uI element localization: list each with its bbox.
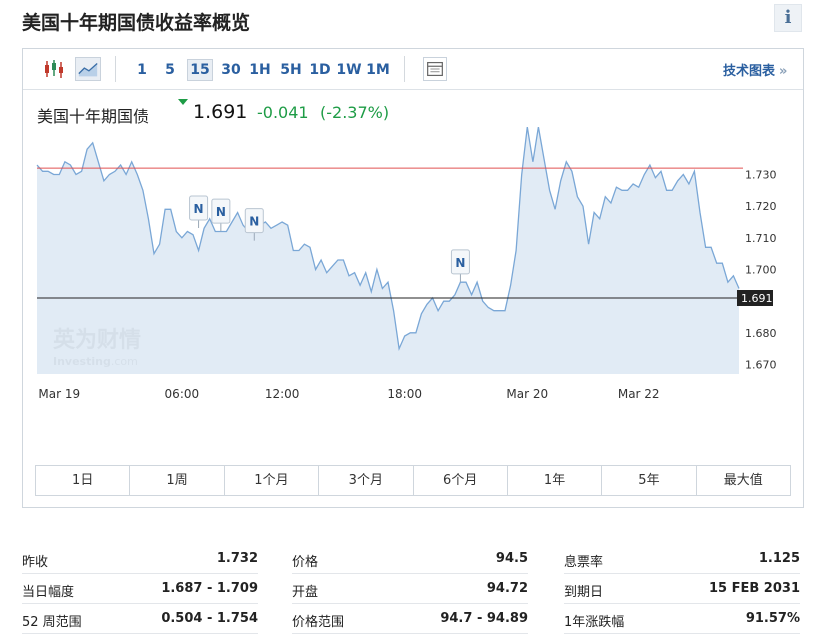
range-button-6[interactable]: 5年: [602, 466, 697, 495]
stat-value: 1.125: [758, 551, 800, 566]
stat-label: 52 周范围: [22, 615, 82, 630]
page-title: 美国十年期国债收益率概览: [22, 12, 251, 34]
stat-label: 开盘: [292, 585, 319, 600]
last-value-label: 1.691: [741, 292, 773, 305]
timeframe-30[interactable]: 30: [218, 59, 244, 81]
x-tick-label: Mar 20: [506, 387, 548, 401]
stat-row: 价格范围 94.7 - 94.89: [292, 604, 528, 634]
timeframe-1M[interactable]: 1M: [365, 59, 391, 81]
timeframe-1W[interactable]: 1W: [336, 59, 362, 81]
stat-value: 15 FEB 2031: [709, 581, 800, 596]
range-button-2[interactable]: 1个月: [225, 466, 320, 495]
table-icon[interactable]: [423, 57, 447, 81]
y-tick-label: 1.710: [745, 232, 777, 245]
stat-row: 52 周范围 0.504 - 1.754: [22, 604, 258, 634]
timeframe-5[interactable]: 5: [160, 59, 180, 81]
range-button-3[interactable]: 3个月: [319, 466, 414, 495]
stats-column: 昨收 1.732 当日幅度 1.687 - 1.709 52 周范围 0.504 - 1.…: [22, 544, 258, 634]
timeframe-1D[interactable]: 1D: [307, 59, 333, 81]
x-tick-label: 18:00: [387, 387, 422, 401]
price-change: -0.041: [257, 103, 309, 122]
toolbar-separator: [404, 56, 405, 82]
stat-row: 当日幅度 1.687 - 1.709: [22, 574, 258, 604]
range-selector: 1日 1周 1个月 3个月 6个月 1年 5年 最大值: [35, 465, 791, 496]
price-chart[interactable]: 英为财情Investing.com1.7301.7201.7101.7001.6…: [23, 127, 803, 427]
stat-label: 价格: [292, 555, 319, 570]
stat-label: 息票率: [564, 555, 604, 570]
chart-toolbar: 1 5 15 30 1H 5H 1D 1W 1M 技术图表»: [23, 49, 803, 90]
y-tick-label: 1.670: [745, 359, 777, 372]
chevron-right-icon: »: [779, 64, 788, 79]
stat-value: 1.732: [216, 551, 258, 566]
stat-value: 1.687 - 1.709: [161, 581, 258, 596]
y-tick-label: 1.720: [745, 200, 777, 213]
news-marker-label: N: [216, 205, 226, 219]
range-button-1[interactable]: 1周: [130, 466, 225, 495]
y-tick-label: 1.700: [745, 264, 777, 277]
stats-column: 息票率 1.125 到期日 15 FEB 2031 1年涨跌幅 91.57%: [564, 544, 800, 634]
news-marker-label: N: [194, 202, 204, 216]
stat-value: 94.72: [486, 581, 528, 596]
stat-value: 0.504 - 1.754: [161, 611, 258, 626]
stat-row: 到期日 15 FEB 2031: [564, 574, 800, 604]
y-tick-label: 1.730: [745, 169, 777, 182]
tech-chart-link[interactable]: 技术图表»: [723, 60, 787, 79]
stat-row: 昨收 1.732: [22, 544, 258, 574]
x-tick-label: 12:00: [265, 387, 300, 401]
timeframe-1H[interactable]: 1H: [247, 59, 273, 81]
candlestick-icon[interactable]: [41, 57, 67, 81]
down-arrow-icon: [178, 99, 188, 105]
x-tick-label: Mar 19: [38, 387, 80, 401]
news-marker-label: N: [249, 215, 259, 229]
y-tick-label: 1.680: [745, 327, 777, 340]
stat-value: 94.7 - 94.89: [440, 611, 528, 626]
x-tick-label: Mar 22: [618, 387, 660, 401]
tech-chart-label: 技术图表: [723, 64, 776, 79]
last-price: 1.691: [193, 101, 248, 123]
stat-label: 价格范围: [292, 615, 345, 630]
stat-label: 当日幅度: [22, 585, 75, 600]
news-marker-label: N: [455, 256, 465, 270]
stat-row: 息票率 1.125: [564, 544, 800, 574]
stat-row: 1年涨跌幅 91.57%: [564, 604, 800, 634]
range-button-7[interactable]: 最大值: [697, 466, 790, 495]
info-icon[interactable]: i: [774, 4, 802, 32]
timeframe-1[interactable]: 1: [131, 59, 153, 81]
stat-row: 价格 94.5: [292, 544, 528, 574]
stat-value: 94.5: [495, 551, 528, 566]
stat-value: 91.57%: [745, 611, 800, 626]
instrument-name: 美国十年期国债: [37, 107, 150, 126]
stats-column: 价格 94.5 开盘 94.72 价格范围 94.7 - 94.89: [292, 544, 528, 634]
chart-panel: 1 5 15 30 1H 5H 1D 1W 1M 技术图表» 美国十年期国债 1.691 -0.…: [22, 48, 804, 508]
x-tick-label: 06:00: [165, 387, 200, 401]
stat-label: 1年涨跌幅: [564, 615, 625, 630]
stat-label: 到期日: [564, 585, 604, 600]
range-button-0[interactable]: 1日: [36, 466, 131, 495]
timeframe-15[interactable]: 15: [187, 59, 213, 81]
toolbar-separator: [115, 56, 116, 82]
timeframe-5H[interactable]: 5H: [278, 59, 304, 81]
range-button-4[interactable]: 6个月: [414, 466, 508, 495]
range-button-5[interactable]: 1年: [508, 466, 603, 495]
stat-label: 昨收: [22, 555, 49, 570]
area-chart-icon[interactable]: [75, 57, 101, 81]
stat-row: 开盘 94.72: [292, 574, 528, 604]
price-change-percent: (-2.37%): [320, 103, 390, 122]
